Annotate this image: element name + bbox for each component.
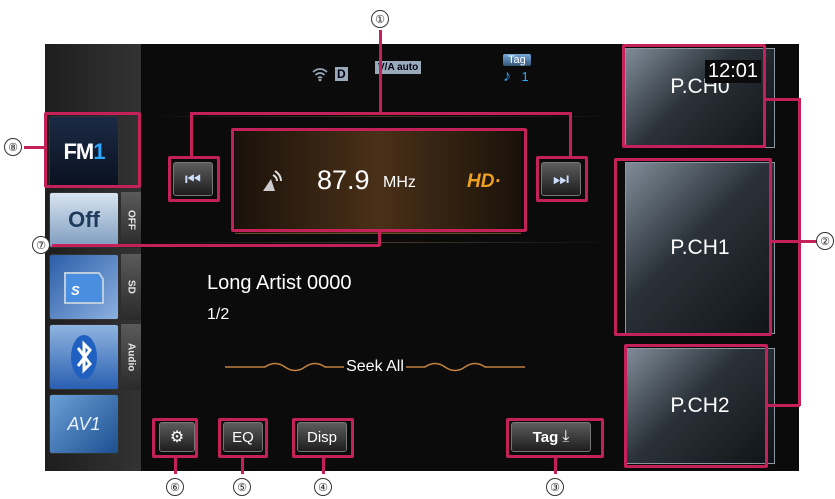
leader-7-horizontal <box>52 244 380 247</box>
sd-card-icon: S <box>64 272 104 304</box>
callout-8: ⑧ <box>4 138 22 156</box>
tag-indicator: Tag ♪ 1 <box>503 54 531 86</box>
source-sd[interactable]: S <box>49 254 119 320</box>
leader-6 <box>174 458 177 474</box>
av1-label: AV1 <box>67 413 101 434</box>
leader-2-h-top <box>766 98 800 101</box>
annotation-disp <box>292 418 354 458</box>
annotation-source-fm1 <box>44 112 141 188</box>
annotation-tag <box>506 418 604 458</box>
callout-6: ⑥ <box>166 478 184 496</box>
artist-name: Long Artist 0000 <box>207 272 352 294</box>
leader-2-h-bottom <box>768 404 800 407</box>
leader-1-left <box>190 112 193 156</box>
audio-tab: Audio <box>121 324 141 390</box>
bluetooth-icon <box>71 335 97 379</box>
source-av1[interactable]: AV1 <box>49 394 119 454</box>
annotation-pch2 <box>624 344 768 468</box>
leader-4 <box>322 458 325 474</box>
annotation-freq <box>231 128 527 232</box>
wifi-icon <box>312 68 328 82</box>
annotation-next <box>536 156 588 202</box>
music-note-icon: ♪ <box>503 68 511 85</box>
leader-3 <box>554 458 557 474</box>
source-bluetooth[interactable] <box>49 324 119 390</box>
tag-count-row: ♪ 1 <box>503 68 531 86</box>
off-label: Off <box>68 207 100 232</box>
sd-tab: SD <box>121 254 141 320</box>
callout-4: ④ <box>314 478 332 496</box>
status-bar: D <box>311 66 348 82</box>
seek-mode-label: Seek All <box>344 358 406 376</box>
callout-2: ② <box>816 232 834 250</box>
callout-1: ① <box>371 10 389 28</box>
callout-3: ③ <box>546 478 564 496</box>
leader-1-horizontal <box>190 112 572 115</box>
digital-badge: D <box>335 67 348 81</box>
leader-1-vertical <box>379 30 382 114</box>
callout-5: ⑤ <box>233 478 251 496</box>
leader-5 <box>241 458 244 474</box>
divider-bottom <box>141 242 621 243</box>
annotation-settings <box>152 418 198 458</box>
leader-2-vertical <box>798 98 801 406</box>
svg-text:S: S <box>71 283 80 298</box>
leader-1-right <box>569 112 572 156</box>
leader-2-h-mid <box>772 240 818 243</box>
tag-indicator-label: Tag <box>503 54 531 66</box>
page-indicator: 1/2 <box>207 306 230 323</box>
annotation-prev <box>168 156 220 202</box>
annotation-pch0 <box>622 44 766 148</box>
source-off[interactable]: Off <box>49 192 119 248</box>
off-tab: OFF <box>121 192 141 248</box>
callout-7: ⑦ <box>32 236 50 254</box>
divider-top <box>141 116 621 117</box>
tag-count: 1 <box>521 69 529 84</box>
leader-8 <box>24 146 44 149</box>
annotation-pch1 <box>614 158 772 336</box>
seek-mode-bar[interactable]: Seek All <box>225 352 525 382</box>
annotation-eq <box>218 418 268 458</box>
